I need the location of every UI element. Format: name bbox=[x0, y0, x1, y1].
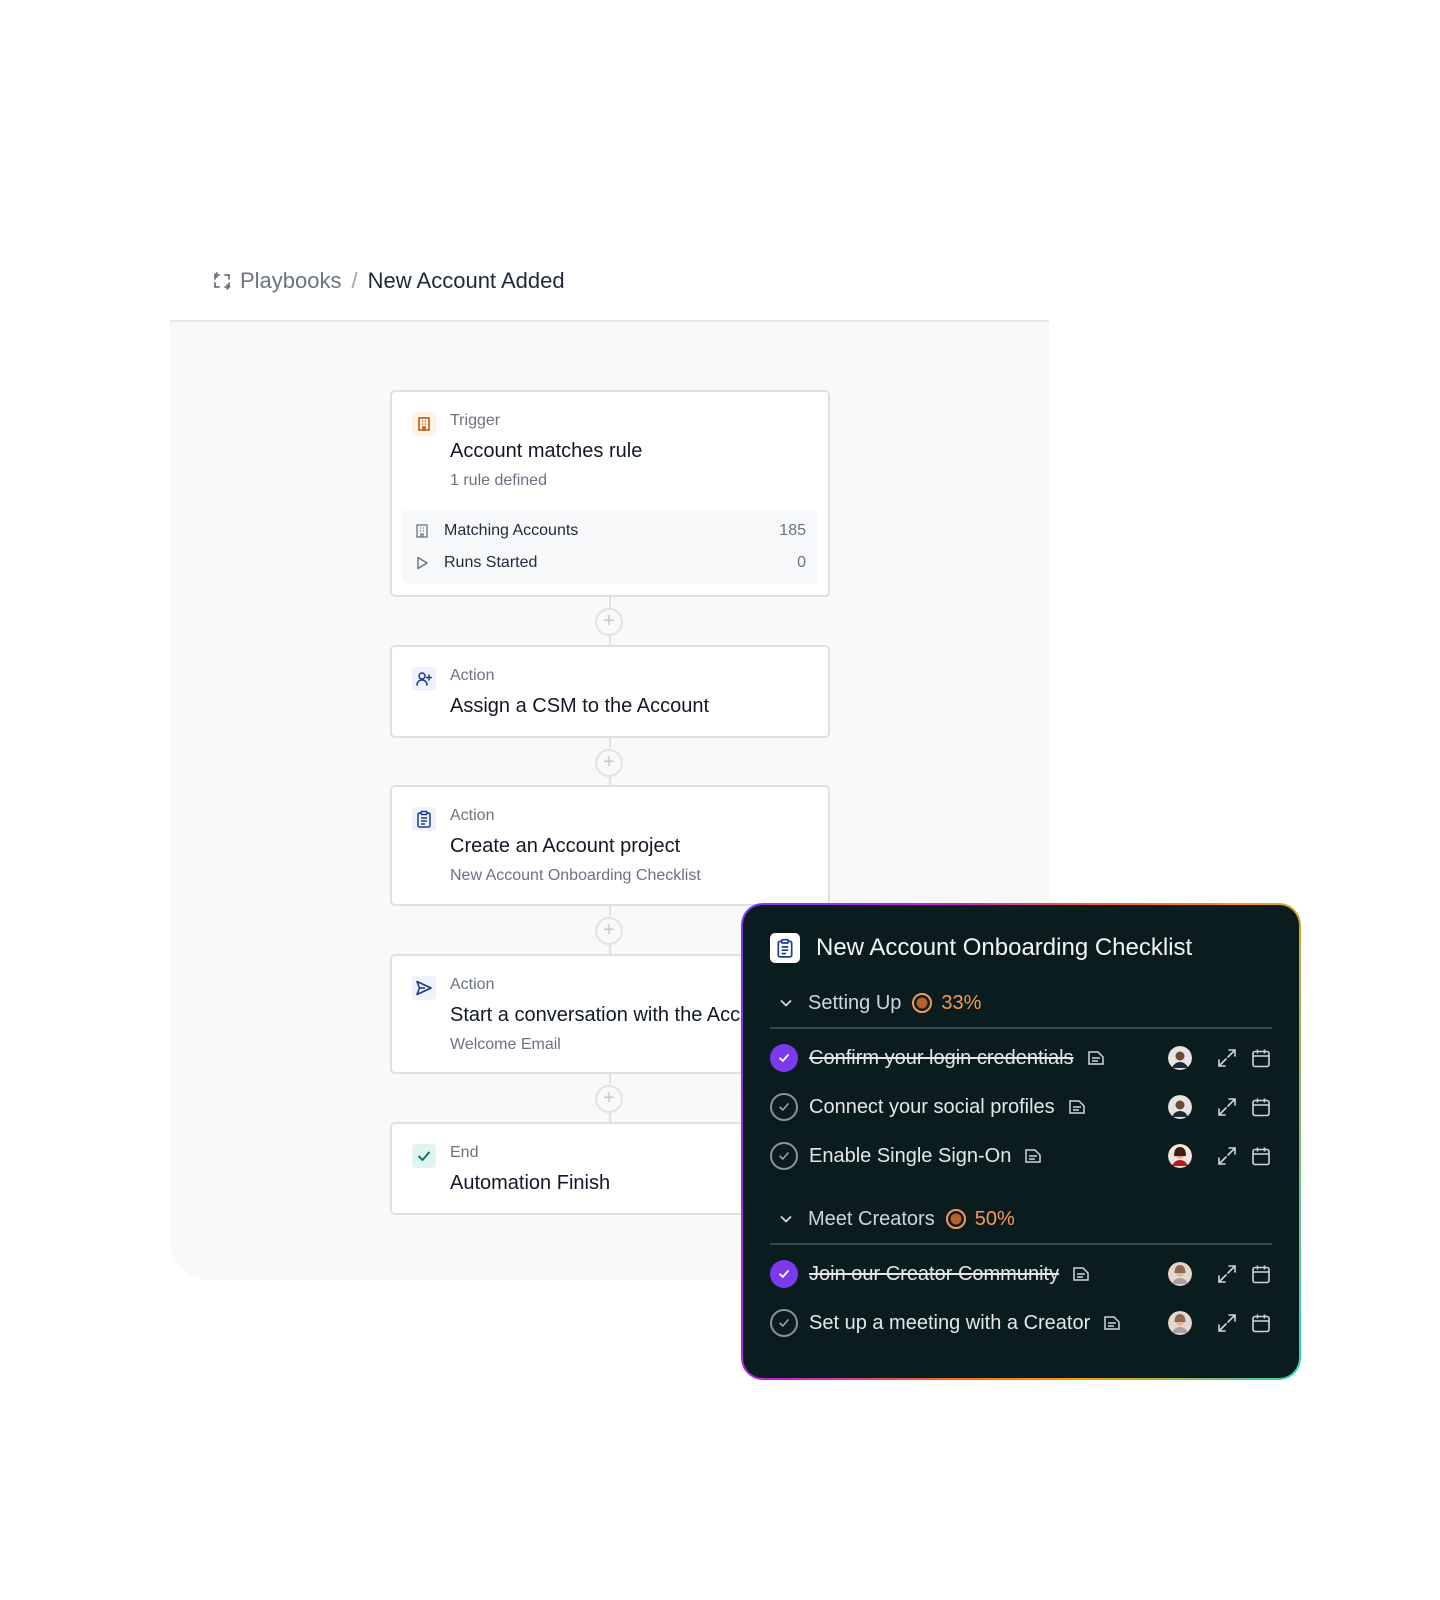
task-row[interactable]: Connect your social profiles bbox=[770, 1092, 1272, 1122]
node-kind-label: End bbox=[450, 1144, 479, 1161]
document-icon[interactable] bbox=[1023, 1146, 1043, 1166]
task-checkbox[interactable] bbox=[770, 1142, 798, 1170]
assignee-avatar[interactable] bbox=[1168, 1046, 1192, 1070]
document-icon[interactable] bbox=[1102, 1313, 1122, 1333]
stat-value: 185 bbox=[779, 522, 806, 539]
assignee-avatar[interactable] bbox=[1168, 1311, 1192, 1335]
create-project-node[interactable]: Action Create an Account project New Acc… bbox=[390, 785, 830, 906]
task-tools bbox=[1168, 1046, 1272, 1070]
calendar-icon[interactable] bbox=[1250, 1145, 1272, 1167]
section-setting-up[interactable]: Setting Up 33% bbox=[770, 988, 1272, 1018]
trigger-node[interactable]: Trigger Account matches rule 1 rule defi… bbox=[390, 390, 830, 597]
progress-ring-icon bbox=[945, 1208, 967, 1230]
task-row[interactable]: Enable Single Sign-On bbox=[770, 1141, 1272, 1171]
expand-icon[interactable] bbox=[1216, 1047, 1238, 1069]
task-checkbox-checked[interactable] bbox=[770, 1044, 798, 1072]
task-checkbox-checked[interactable] bbox=[770, 1260, 798, 1288]
task-tools bbox=[1168, 1262, 1272, 1286]
document-icon[interactable] bbox=[1067, 1097, 1087, 1117]
node-title: Create an Account project bbox=[450, 835, 681, 857]
task-tools bbox=[1168, 1311, 1272, 1335]
checklist-panel: New Account Onboarding Checklist Setting… bbox=[741, 903, 1301, 1380]
task-checkbox[interactable] bbox=[770, 1093, 798, 1121]
task-tools bbox=[1168, 1144, 1272, 1168]
node-title: Account matches rule bbox=[450, 440, 643, 462]
expand-icon[interactable] bbox=[1216, 1145, 1238, 1167]
section-divider bbox=[770, 1243, 1272, 1245]
add-step-button[interactable]: + bbox=[595, 1085, 623, 1113]
task-row[interactable]: Confirm your login credentials bbox=[770, 1043, 1272, 1073]
calendar-icon[interactable] bbox=[1250, 1096, 1272, 1118]
node-kind-label: Action bbox=[450, 976, 495, 993]
building-icon bbox=[412, 412, 436, 436]
task-tools bbox=[1168, 1095, 1272, 1119]
stat-runs-started: Runs Started 0 bbox=[414, 552, 806, 574]
node-kind-label: Action bbox=[450, 807, 495, 824]
task-label: Confirm your login credentials bbox=[809, 1046, 1074, 1069]
section-divider bbox=[770, 1027, 1272, 1029]
play-icon bbox=[414, 555, 430, 571]
node-kind-label: Action bbox=[450, 667, 495, 684]
progress-ring-icon bbox=[911, 992, 933, 1014]
stat-matching-accounts: Matching Accounts 185 bbox=[414, 520, 806, 542]
stat-label: Matching Accounts bbox=[444, 522, 579, 539]
add-step-button[interactable]: + bbox=[595, 917, 623, 945]
assignee-avatar[interactable] bbox=[1168, 1144, 1192, 1168]
task-row[interactable]: Join our Creator Community bbox=[770, 1259, 1272, 1289]
task-row[interactable]: Set up a meeting with a Creator bbox=[770, 1308, 1272, 1338]
page-title: New Account Added bbox=[367, 268, 565, 293]
expand-icon[interactable] bbox=[1216, 1312, 1238, 1334]
node-subtitle: New Account Onboarding Checklist bbox=[450, 867, 701, 884]
stat-value: 0 bbox=[797, 554, 806, 571]
calendar-icon[interactable] bbox=[1250, 1263, 1272, 1285]
calendar-icon[interactable] bbox=[1250, 1312, 1272, 1334]
chevron-down-icon[interactable] bbox=[778, 1211, 794, 1227]
checklist-header: New Account Onboarding Checklist bbox=[770, 933, 1192, 963]
chevron-down-icon[interactable] bbox=[778, 995, 794, 1011]
clipboard-icon bbox=[770, 933, 800, 963]
section-title: Setting Up bbox=[808, 991, 902, 1014]
expand-icon[interactable] bbox=[1216, 1096, 1238, 1118]
section-title: Meet Creators bbox=[808, 1207, 935, 1230]
clipboard-icon bbox=[412, 807, 436, 831]
document-icon[interactable] bbox=[1071, 1264, 1091, 1284]
node-kind-label: Trigger bbox=[450, 412, 501, 429]
task-label: Enable Single Sign-On bbox=[809, 1144, 1012, 1167]
assignee-avatar[interactable] bbox=[1168, 1262, 1192, 1286]
section-progress: 33% bbox=[941, 991, 982, 1014]
task-label: Connect your social profiles bbox=[809, 1095, 1055, 1118]
calendar-icon[interactable] bbox=[1250, 1047, 1272, 1069]
breadcrumb-separator: / bbox=[351, 268, 358, 293]
send-icon bbox=[412, 976, 436, 1000]
check-icon bbox=[412, 1144, 436, 1168]
trigger-stats: Matching Accounts 185 Runs Started 0 bbox=[402, 510, 818, 584]
assign-csm-node[interactable]: Action Assign a CSM to the Account bbox=[390, 645, 830, 738]
breadcrumb: Playbooks / New Account Added bbox=[211, 268, 565, 294]
breadcrumb-playbooks-link[interactable]: Playbooks bbox=[240, 268, 342, 294]
assignee-avatar[interactable] bbox=[1168, 1095, 1192, 1119]
checklist-title: New Account Onboarding Checklist bbox=[816, 934, 1193, 961]
add-step-button[interactable]: + bbox=[595, 608, 623, 636]
checklist-panel-body: New Account Onboarding Checklist Setting… bbox=[743, 905, 1299, 1378]
node-title: Automation Finish bbox=[450, 1172, 611, 1194]
node-title: Assign a CSM to the Account bbox=[450, 695, 710, 717]
node-subtitle: 1 rule defined bbox=[450, 472, 547, 489]
playbook-icon bbox=[211, 270, 233, 292]
expand-icon[interactable] bbox=[1216, 1263, 1238, 1285]
task-label: Join our Creator Community bbox=[809, 1262, 1060, 1285]
task-checkbox[interactable] bbox=[770, 1309, 798, 1337]
building-icon bbox=[414, 523, 430, 539]
document-icon[interactable] bbox=[1086, 1048, 1106, 1068]
user-plus-icon bbox=[412, 667, 436, 691]
section-progress: 50% bbox=[974, 1207, 1015, 1230]
section-meet-creators[interactable]: Meet Creators 50% bbox=[770, 1204, 1272, 1234]
node-title: Start a conversation with the Account bbox=[450, 1004, 780, 1026]
node-subtitle: Welcome Email bbox=[450, 1036, 561, 1053]
add-step-button[interactable]: + bbox=[595, 749, 623, 777]
stat-label: Runs Started bbox=[444, 554, 538, 571]
task-label: Set up a meeting with a Creator bbox=[809, 1311, 1091, 1334]
